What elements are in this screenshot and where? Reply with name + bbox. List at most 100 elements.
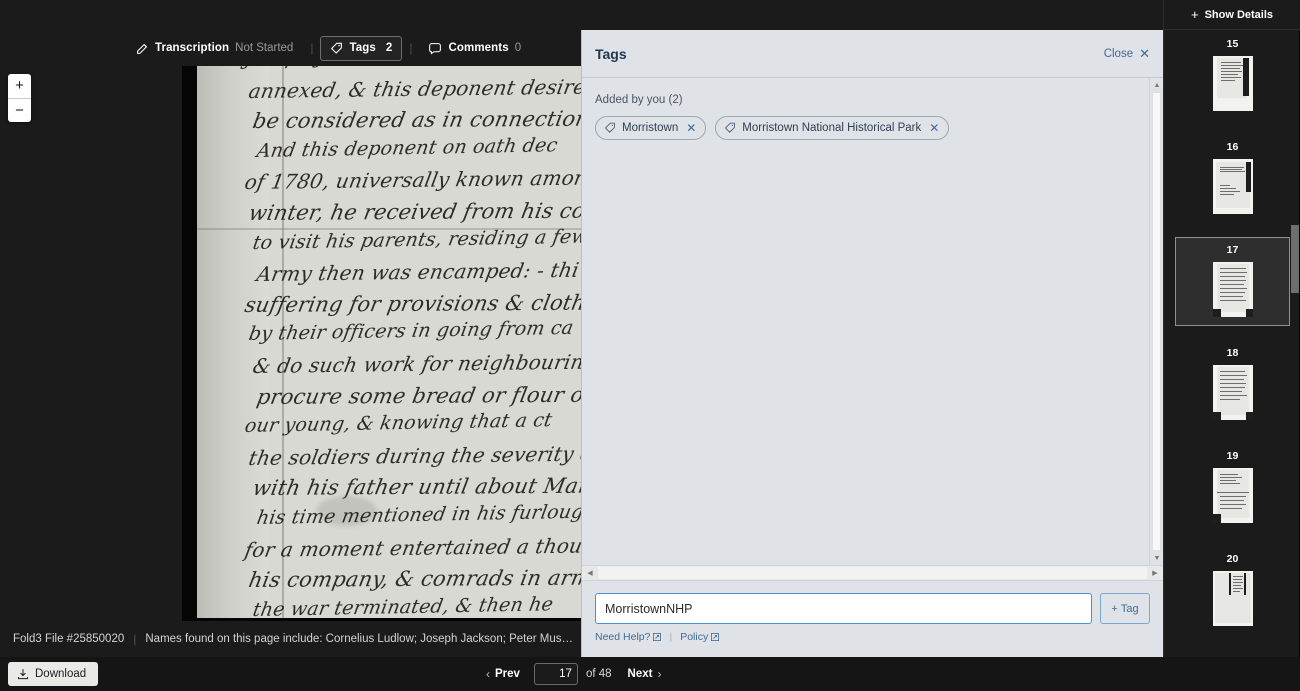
page-navigation: ‹ Prev of 48 Next ›	[480, 657, 667, 691]
tab-comments[interactable]: Comments 0	[419, 36, 531, 61]
thumbnail-number: 16	[1226, 141, 1239, 153]
download-button[interactable]: Download	[8, 662, 99, 686]
close-icon: ✕	[1139, 45, 1150, 61]
thumbnail-item-15[interactable]: 15	[1175, 31, 1290, 120]
thumbnail-mark	[1219, 399, 1240, 400]
thumbnail-mark	[1219, 483, 1240, 484]
thumbnail-mark	[1232, 582, 1243, 583]
handwriting-line: winter, he received from his co	[246, 198, 588, 226]
need-help-link[interactable]: Need Help?	[595, 631, 662, 643]
prev-page-button[interactable]: ‹ Prev	[480, 667, 526, 681]
zoom-controls[interactable]: + −	[8, 74, 31, 122]
handwriting-line: of 1780, universally known amon	[242, 165, 590, 195]
plus-icon: +	[1111, 602, 1118, 615]
thumbnail-mark	[1232, 579, 1242, 580]
sidebar-scrollbar-thumb[interactable]	[1291, 225, 1299, 293]
thumbnail-item-20[interactable]: 20	[1175, 546, 1290, 635]
handwriting-line: annexed, & this deponent desires	[246, 74, 599, 103]
handwriting-line: procure some bread or flour or	[254, 382, 597, 409]
add-tag-button[interactable]: + Tag	[1100, 593, 1150, 624]
zoom-in-button[interactable]: +	[8, 74, 31, 99]
tag-chip[interactable]: Morristown National Historical Park ✕	[715, 116, 950, 140]
thumbnail-mark	[1220, 65, 1243, 66]
thumbnail-number: 20	[1226, 553, 1239, 565]
thumbnail-mark	[1219, 191, 1240, 192]
thumbnail-list[interactable]: 15 16 17 18 19 20 21	[1164, 31, 1300, 657]
thumbnail-mark	[1219, 167, 1244, 168]
thumbnail-mark	[1219, 296, 1243, 297]
tag-chip-list: Morristown ✕ Morristown National Historica…	[595, 116, 1150, 140]
remove-tag-icon[interactable]: ✕	[686, 121, 696, 135]
tag-chip-label: Morristown National Historical Park	[742, 122, 922, 134]
handwriting-line: Joseph Jackson, of the foregoing	[243, 66, 565, 70]
zoom-out-button[interactable]: −	[8, 99, 31, 123]
thumbnail-mark	[1212, 309, 1221, 317]
close-label: Close	[1103, 47, 1134, 60]
next-page-button[interactable]: Next ›	[622, 667, 668, 681]
thumbnail-number: 19	[1226, 450, 1239, 462]
handwriting-line: be considered as in connection w	[250, 106, 617, 134]
scroll-down-icon[interactable]: ▼	[1150, 551, 1163, 565]
tag-input[interactable]	[595, 593, 1092, 624]
close-tags-panel-button[interactable]: Close ✕	[1104, 46, 1150, 62]
thumbnail-mark	[1219, 284, 1244, 285]
thumbnail-number: 17	[1226, 244, 1239, 256]
thumbnail-mark	[1219, 169, 1242, 170]
thumbnail-mark	[1220, 68, 1240, 69]
thumbnail-number: 15	[1226, 38, 1239, 50]
file-id-label: Fold3 File #25850020	[13, 633, 125, 645]
show-details-button[interactable]: + Show Details	[1164, 0, 1300, 30]
tab-tags[interactable]: Tags 2	[320, 35, 403, 61]
thumbnail-image	[1212, 56, 1253, 111]
scrollbar-track[interactable]	[1152, 92, 1161, 551]
thumbnail-mark	[1228, 573, 1231, 595]
thumbnail-mark	[1220, 62, 1241, 63]
tags-panel-header: Tags Close ✕	[582, 30, 1163, 78]
tags-vertical-scrollbar[interactable]: ▲ ▼	[1149, 78, 1163, 565]
remove-tag-icon[interactable]: ✕	[929, 121, 939, 135]
add-tag-label: Tag	[1120, 602, 1139, 615]
handwriting-line: suffering for provisions & clothing	[242, 290, 623, 317]
tag-chip[interactable]: Morristown ✕	[595, 116, 707, 140]
scroll-left-icon[interactable]: ◀	[582, 566, 598, 580]
links-separator: |	[669, 631, 673, 643]
thumbnail-sidebar: + Show Details 15 16 17 18 19 20 21	[1163, 0, 1300, 657]
thumbnail-item-19[interactable]: 19	[1175, 443, 1290, 532]
thumbnail-mark	[1245, 412, 1253, 420]
tag-chip-label: Morristown	[622, 122, 679, 134]
scroll-right-icon[interactable]: ▶	[1147, 566, 1163, 580]
thumbnail-item-21[interactable]: 21	[1175, 649, 1290, 657]
tab-transcription-label: Transcription	[155, 42, 230, 54]
thumbnail-mark	[1219, 383, 1246, 384]
thumbnail-mark	[1219, 395, 1247, 396]
thumbnail-item-17[interactable]: 17	[1175, 237, 1290, 326]
thumbnail-image	[1212, 262, 1253, 317]
scrollbar-track[interactable]	[598, 567, 1147, 579]
thumbnail-mark	[1219, 276, 1245, 277]
policy-link[interactable]: Policy	[680, 631, 720, 643]
thumbnail-item-16[interactable]: 16	[1175, 134, 1290, 223]
thumbnail-mark	[1220, 71, 1242, 72]
thumbnail-mark	[1220, 77, 1241, 78]
tags-horizontal-scrollbar[interactable]: ◀ ▶	[582, 565, 1163, 581]
comments-count: 0	[514, 42, 522, 54]
handwriting-line: by their officers in going from ca	[247, 317, 576, 346]
tags-help-links: Need Help? | Policy	[595, 631, 1150, 643]
thumbnail-number: 18	[1226, 347, 1239, 359]
tags-panel-title: Tags	[595, 45, 627, 62]
scroll-up-icon[interactable]: ▲	[1150, 78, 1163, 92]
thumbnail-mark	[1232, 576, 1243, 577]
tab-transcription[interactable]: Transcription Not Started	[126, 36, 303, 61]
download-icon	[17, 668, 29, 680]
thumbnail-mark	[1219, 474, 1238, 475]
thumbnail-mark	[1212, 412, 1221, 420]
thumbnail-mark	[1219, 371, 1245, 372]
page-number-input[interactable]	[533, 663, 578, 685]
thumbnail-mark	[1232, 591, 1240, 592]
page-total-label: of 48	[585, 668, 612, 680]
thumbnail-item-18[interactable]: 18	[1175, 340, 1290, 429]
thumbnail-mark	[1219, 500, 1244, 501]
tag-icon	[330, 42, 343, 55]
thumbnail-mark	[1219, 194, 1234, 195]
tags-count-badge: 2	[385, 42, 393, 54]
